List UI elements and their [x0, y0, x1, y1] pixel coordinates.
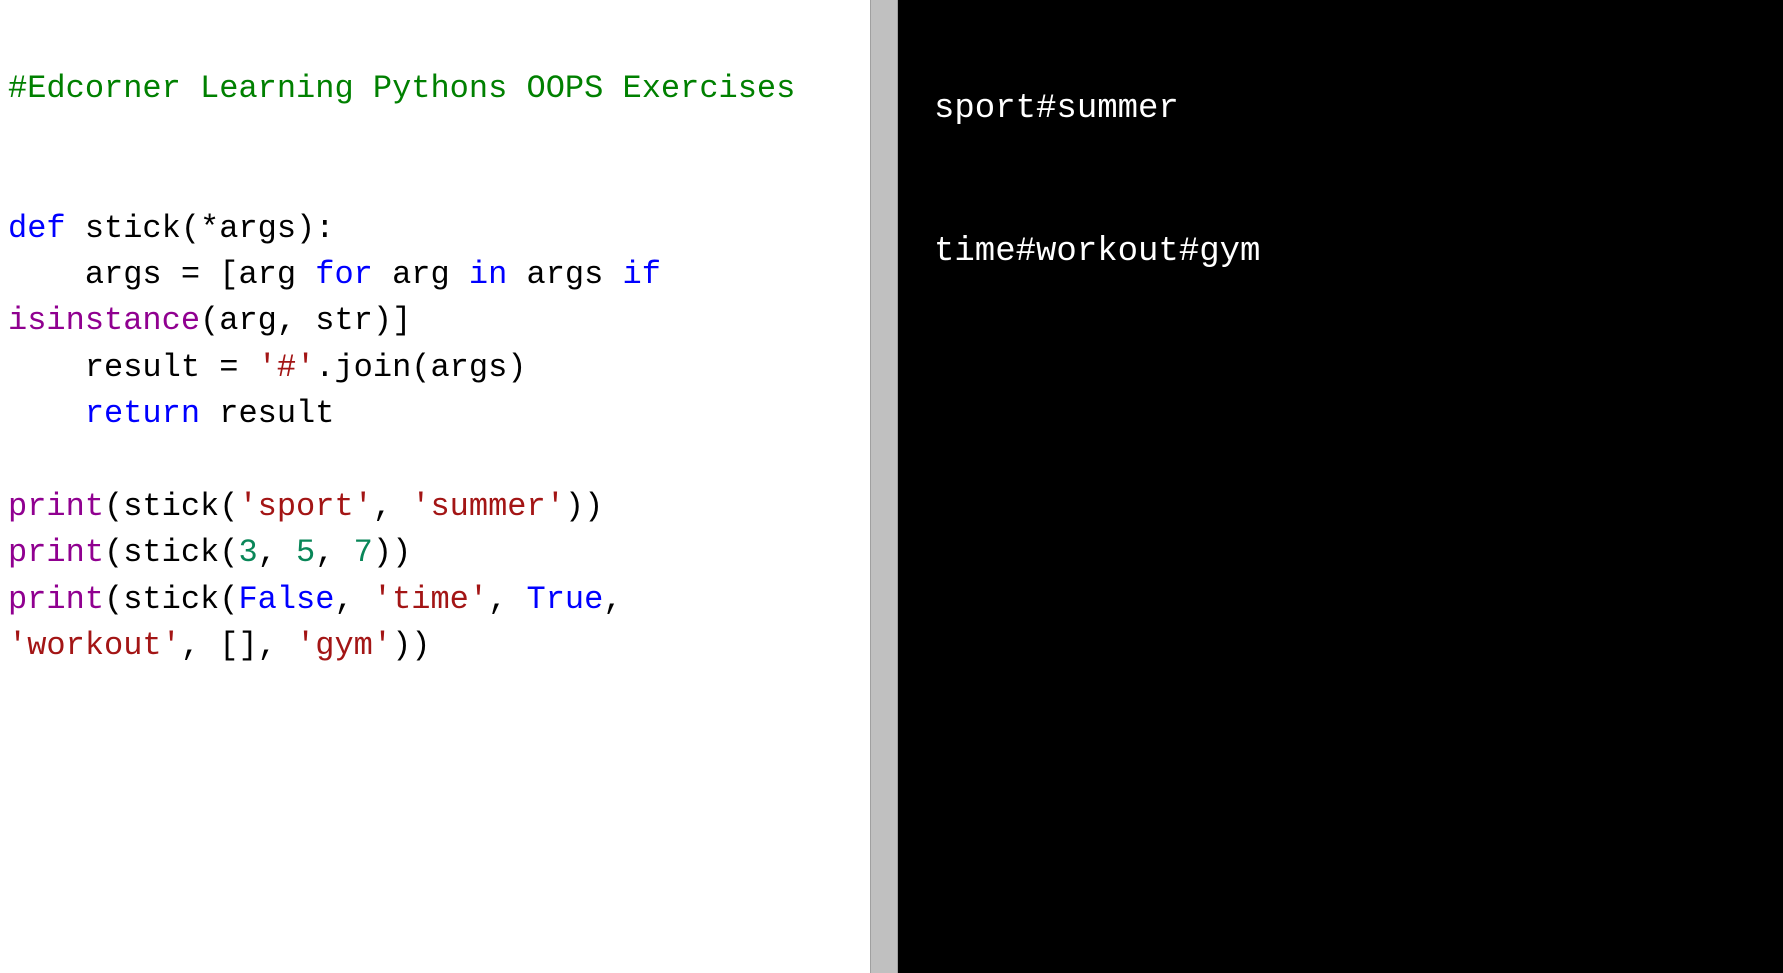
- code-string: 'summer': [411, 488, 565, 525]
- code-string: 'gym': [296, 627, 392, 664]
- code-text: )): [565, 488, 603, 525]
- code-string: 'time': [373, 581, 488, 618]
- code-text: )): [392, 627, 430, 664]
- code-text: ,: [488, 581, 526, 618]
- code-text: arg: [373, 256, 469, 293]
- code-keyword-if: if: [623, 256, 661, 293]
- code-text: (stick(: [104, 488, 238, 525]
- code-comment: #Edcorner Learning Pythons OOPS Exercise…: [8, 70, 795, 107]
- code-const-false: False: [238, 581, 334, 618]
- code-text: .join(args): [315, 349, 526, 386]
- code-string: 'sport': [238, 488, 372, 525]
- code-text: (arg, str)]: [200, 302, 411, 339]
- code-text: args = [arg: [8, 256, 315, 293]
- code-text: result =: [8, 349, 258, 386]
- code-builtin-print: print: [8, 581, 104, 618]
- code-text: ,: [258, 534, 296, 571]
- code-number: 7: [354, 534, 373, 571]
- code-editor-pane[interactable]: #Edcorner Learning Pythons OOPS Exercise…: [0, 0, 870, 973]
- code-keyword-in: in: [469, 256, 507, 293]
- code-text: ,: [603, 581, 622, 618]
- code-text: ,: [373, 488, 411, 525]
- code-text: , [],: [181, 627, 296, 664]
- code-builtin-print: print: [8, 534, 104, 571]
- output-line: time#workout#gym: [934, 229, 1747, 277]
- code-builtin-print: print: [8, 488, 104, 525]
- code-keyword-return: return: [8, 395, 200, 432]
- pane-divider[interactable]: [870, 0, 898, 973]
- code-text: ,: [334, 581, 372, 618]
- code-keyword-for: for: [315, 256, 373, 293]
- code-const-true: True: [526, 581, 603, 618]
- output-line: sport#summer: [934, 86, 1747, 134]
- code-keyword-def: def: [8, 210, 66, 247]
- code-text: (stick(: [104, 581, 238, 618]
- code-string: '#': [258, 349, 316, 386]
- code-text: stick(*args):: [66, 210, 335, 247]
- code-text: result: [200, 395, 334, 432]
- code-text: )): [373, 534, 411, 571]
- output-console-pane[interactable]: sport#summer time#workout#gym: [898, 0, 1783, 973]
- code-number: 5: [296, 534, 315, 571]
- code-number: 3: [238, 534, 257, 571]
- code-text: args: [507, 256, 622, 293]
- code-string: 'workout': [8, 627, 181, 664]
- code-builtin-isinstance: isinstance: [8, 302, 200, 339]
- code-text: (stick(: [104, 534, 238, 571]
- code-text: ,: [315, 534, 353, 571]
